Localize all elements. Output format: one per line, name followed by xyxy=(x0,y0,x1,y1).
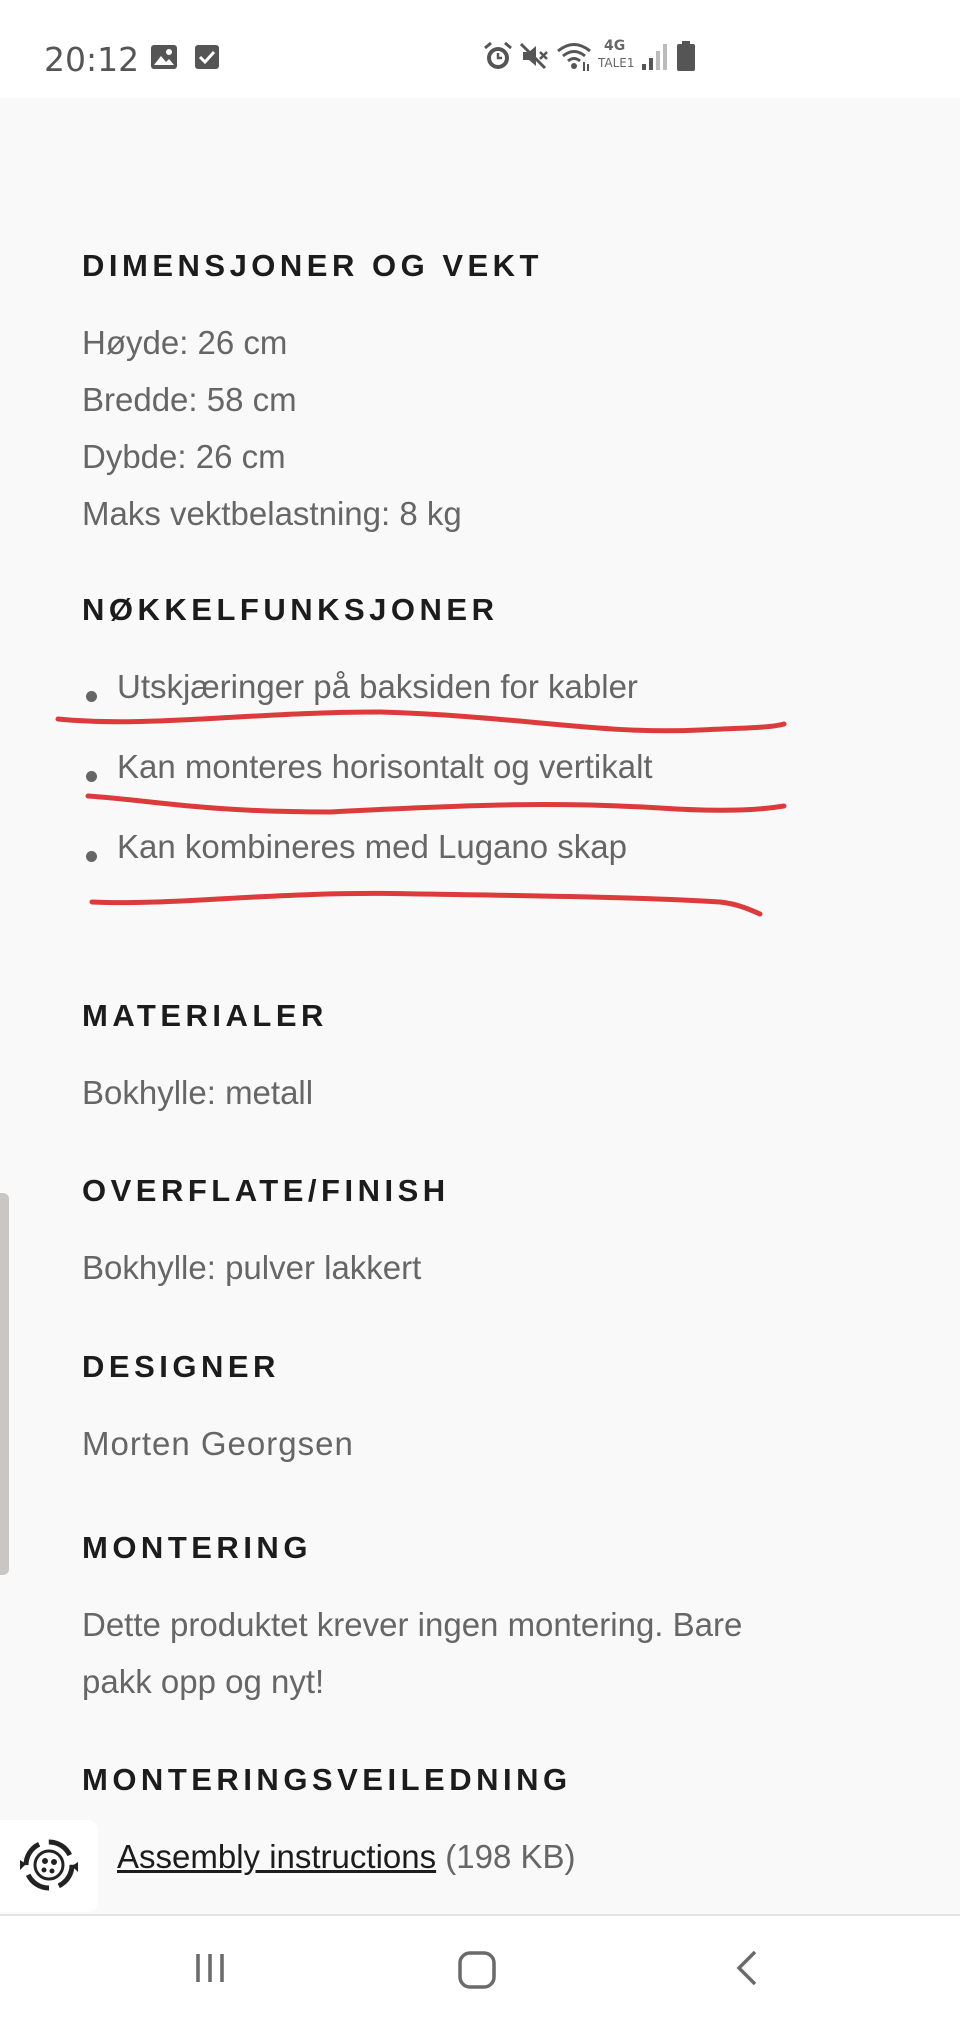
underline-stroke xyxy=(89,890,763,917)
designer-heading: DESIGNER xyxy=(82,1349,280,1384)
mute-icon xyxy=(519,42,548,70)
underline-stroke xyxy=(55,709,787,734)
key-features-heading: NØKKELFUNKSJONER xyxy=(82,592,499,627)
feature-text: Kan kombineres med Lugano skap xyxy=(117,828,627,865)
status-bar: 20:12 4G TALE1 xyxy=(0,0,960,98)
assembly-text-line-2: pakk opp og nyt! xyxy=(82,1663,325,1700)
network-type: 4G xyxy=(604,38,626,54)
max-weight: Maks vektbelastning: 8 kg xyxy=(82,495,462,532)
battery-icon xyxy=(677,41,695,71)
assembly-instructions-row: Assembly instructions (198 KB) xyxy=(117,1838,576,1876)
accessibility-button[interactable] xyxy=(0,1820,98,1912)
gallery-icon xyxy=(150,44,178,75)
signal-icon xyxy=(642,44,667,70)
back-icon[interactable] xyxy=(728,1948,768,1993)
alarm-icon xyxy=(484,41,512,69)
wifi-icon xyxy=(557,43,591,71)
scroll-handle[interactable] xyxy=(0,1193,9,1575)
finish-heading: OVERFLATE/FINISH xyxy=(82,1173,450,1208)
assembly-instructions-link[interactable]: Assembly instructions xyxy=(117,1838,436,1875)
home-icon[interactable] xyxy=(455,1948,499,1997)
feature-text: Kan monteres horisontalt og vertikalt xyxy=(117,748,653,785)
file-size: (198 KB) xyxy=(445,1838,576,1875)
assembly-heading: MONTERING xyxy=(82,1530,312,1565)
materials-text: Bokhylle: metall xyxy=(82,1074,314,1111)
network-sub: TALE1 xyxy=(598,56,635,70)
bullet-dot xyxy=(86,851,97,862)
accessibility-icon xyxy=(20,1839,78,1891)
underline-stroke xyxy=(85,793,787,815)
navigation-bar xyxy=(0,1914,960,2029)
check-box-icon xyxy=(194,44,220,75)
dimension-depth: Dybde: 26 cm xyxy=(82,438,286,475)
dimensions-heading: DIMENSJONER OG VEKT xyxy=(82,248,543,283)
bullet-dot xyxy=(86,691,97,702)
status-time: 20:12 xyxy=(44,40,140,79)
bullet-dot xyxy=(86,771,97,782)
dimension-width: Bredde: 58 cm xyxy=(82,381,297,418)
designer-name: Morten Georgsen xyxy=(82,1425,354,1462)
feature-text: Utskjæringer på baksiden for kabler xyxy=(117,668,638,705)
recent-apps-icon[interactable] xyxy=(190,1948,230,1993)
dimension-height: Høyde: 26 cm xyxy=(82,324,288,361)
materials-heading: MATERIALER xyxy=(82,998,328,1033)
finish-text: Bokhylle: pulver lakkert xyxy=(82,1249,422,1286)
assembly-guide-heading: MONTERINGSVEILEDNING xyxy=(82,1762,572,1797)
assembly-text-line-1: Dette produktet krever ingen montering. … xyxy=(82,1606,743,1643)
